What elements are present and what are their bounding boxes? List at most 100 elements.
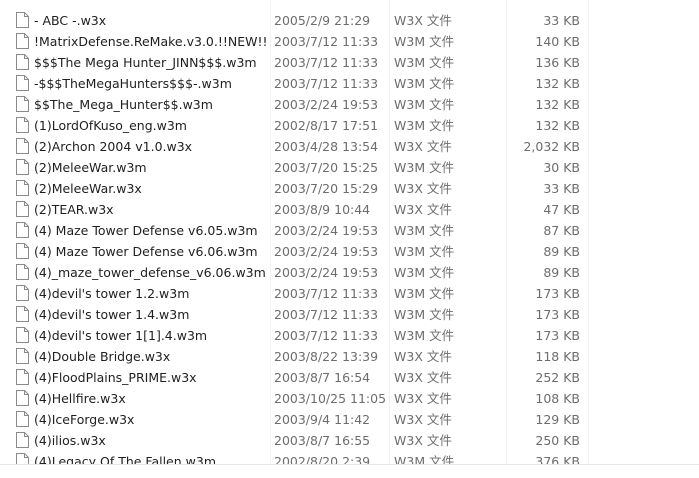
file-type: W3X 文件 <box>394 139 452 154</box>
file-row[interactable]: (4)_maze_tower_defense_v6.06.w3m 2003/2/… <box>0 262 699 283</box>
file-row[interactable]: !MatrixDefense.ReMake.v3.0.!!NEW!!.... 2… <box>0 31 699 52</box>
document-icon <box>16 306 29 322</box>
document-icon <box>16 390 29 406</box>
file-type: W3X 文件 <box>394 181 452 196</box>
file-row[interactable]: (4)FloodPlains_PRIME.w3x 2003/8/7 16:54 … <box>0 367 699 388</box>
file-row[interactable]: - ABC -.w3x 2005/2/9 21:29 W3X 文件 33 KB <box>0 10 699 31</box>
file-size: 173 KB <box>535 328 580 343</box>
file-name: - ABC -.w3x <box>34 13 107 28</box>
file-row[interactable]: (4)IceForge.w3x 2003/9/4 11:42 W3X 文件 12… <box>0 409 699 430</box>
document-icon <box>16 12 29 28</box>
file-modified-date: 2003/7/12 11:33 <box>274 328 379 343</box>
file-row[interactable]: (4)Double Bridge.w3x 2003/8/22 13:39 W3X… <box>0 346 699 367</box>
file-name: !MatrixDefense.ReMake.v3.0.!!NEW!!.... <box>34 34 268 49</box>
file-name: (2)MeleeWar.w3x <box>34 181 142 196</box>
file-row[interactable]: (4) Maze Tower Defense v6.05.w3m 2003/2/… <box>0 220 699 241</box>
file-modified-date: 2003/7/20 15:25 <box>274 160 379 175</box>
file-type: W3M 文件 <box>394 328 455 343</box>
file-size: 89 KB <box>543 265 580 280</box>
file-type: W3M 文件 <box>394 97 455 112</box>
file-modified-date: 2003/10/25 11:05 <box>274 391 386 406</box>
file-modified-date: 2003/8/22 13:39 <box>274 349 379 364</box>
file-modified-date: 2003/8/7 16:54 <box>274 370 371 385</box>
file-type: W3M 文件 <box>394 76 455 91</box>
file-row[interactable]: $$The_Mega_Hunter$$.w3m 2003/2/24 19:53 … <box>0 94 699 115</box>
file-size: 132 KB <box>535 118 580 133</box>
file-modified-date: 2003/7/12 11:33 <box>274 34 379 49</box>
file-name: (4)ilios.w3x <box>34 433 106 448</box>
file-row[interactable]: (2)Archon 2004 v1.0.w3x 2003/4/28 13:54 … <box>0 136 699 157</box>
file-size: 132 KB <box>535 97 580 112</box>
file-size: 118 KB <box>535 349 580 364</box>
document-icon <box>16 411 29 427</box>
file-modified-date: 2003/9/4 11:42 <box>274 412 371 427</box>
file-row[interactable]: (2)TEAR.w3x 2003/8/9 10:44 W3X 文件 47 KB <box>0 199 699 220</box>
file-type: W3X 文件 <box>394 202 452 217</box>
file-modified-date: 2003/7/12 11:33 <box>274 307 379 322</box>
file-name: (4)devil's tower 1.2.w3m <box>34 286 190 301</box>
file-name: (4)devil's tower 1.4.w3m <box>34 307 190 322</box>
file-list[interactable]: - ABC -.w3x 2005/2/9 21:29 W3X 文件 33 KB … <box>0 0 699 464</box>
document-icon <box>16 159 29 175</box>
file-size: 140 KB <box>535 34 580 49</box>
file-row[interactable]: (2)MeleeWar.w3m 2003/7/20 15:25 W3M 文件 3… <box>0 157 699 178</box>
file-size: 376 KB <box>535 454 580 464</box>
file-name: $$The_Mega_Hunter$$.w3m <box>34 97 213 112</box>
file-size: 250 KB <box>535 433 580 448</box>
file-row[interactable]: (4)devil's tower 1.4.w3m 2003/7/12 11:33… <box>0 304 699 325</box>
file-modified-date: 2003/7/12 11:33 <box>274 76 379 91</box>
file-row[interactable]: -$$$TheMegaHunters$$$-.w3m 2003/7/12 11:… <box>0 73 699 94</box>
file-name: (2)MeleeWar.w3m <box>34 160 147 175</box>
file-row[interactable]: $$$The Mega Hunter_JINN$$$.w3m 2003/7/12… <box>0 52 699 73</box>
file-size: 33 KB <box>543 181 580 196</box>
document-icon <box>16 369 29 385</box>
file-row[interactable]: (4)Legacy Of The Fallen.w3m 2002/8/20 2:… <box>0 451 699 464</box>
file-modified-date: 2003/7/12 11:33 <box>274 286 379 301</box>
file-row[interactable]: (1)LordOfKuso_eng.w3m 2002/8/17 17:51 W3… <box>0 115 699 136</box>
file-size: 30 KB <box>543 160 580 175</box>
file-name: $$$The Mega Hunter_JINN$$$.w3m <box>34 55 257 70</box>
document-icon <box>16 180 29 196</box>
file-type: W3M 文件 <box>394 286 455 301</box>
file-type: W3M 文件 <box>394 307 455 322</box>
file-name: (4)Double Bridge.w3x <box>34 349 171 364</box>
file-name: (4)IceForge.w3x <box>34 412 135 427</box>
file-name: (4)_maze_tower_defense_v6.06.w3m <box>34 265 266 280</box>
document-icon <box>16 264 29 280</box>
file-type: W3M 文件 <box>394 244 455 259</box>
file-size: 2,032 KB <box>523 139 580 154</box>
file-type: W3X 文件 <box>394 391 452 406</box>
file-row[interactable]: (4)devil's tower 1.2.w3m 2003/7/12 11:33… <box>0 283 699 304</box>
document-icon <box>16 285 29 301</box>
file-modified-date: 2003/8/7 16:55 <box>274 433 371 448</box>
file-size: 173 KB <box>535 286 580 301</box>
document-icon <box>16 453 29 464</box>
file-modified-date: 2003/4/28 13:54 <box>274 139 379 154</box>
file-name: (1)LordOfKuso_eng.w3m <box>34 118 187 133</box>
file-size: 132 KB <box>535 76 580 91</box>
document-icon <box>16 138 29 154</box>
file-modified-date: 2003/7/20 15:29 <box>274 181 379 196</box>
file-row[interactable]: (2)MeleeWar.w3x 2003/7/20 15:29 W3X 文件 3… <box>0 178 699 199</box>
file-row[interactable]: (4)Hellfire.w3x 2003/10/25 11:05 W3X 文件 … <box>0 388 699 409</box>
list-bottom-edge <box>0 464 699 465</box>
file-row[interactable]: (4)ilios.w3x 2003/8/7 16:55 W3X 文件 250 K… <box>0 430 699 451</box>
file-row[interactable]: (4)devil's tower 1[1].4.w3m 2003/7/12 11… <box>0 325 699 346</box>
file-name: (4) Maze Tower Defense v6.06.w3m <box>34 244 258 259</box>
file-size: 136 KB <box>535 55 580 70</box>
document-icon <box>16 117 29 133</box>
file-name: (4) Maze Tower Defense v6.05.w3m <box>34 223 258 238</box>
file-type: W3M 文件 <box>394 34 455 49</box>
file-size: 173 KB <box>535 307 580 322</box>
file-row[interactable]: (4) Maze Tower Defense v6.06.w3m 2003/2/… <box>0 241 699 262</box>
document-icon <box>16 54 29 70</box>
document-icon <box>16 75 29 91</box>
file-modified-date: 2003/7/12 11:33 <box>274 55 379 70</box>
file-type: W3X 文件 <box>394 433 452 448</box>
document-icon <box>16 222 29 238</box>
document-icon <box>16 201 29 217</box>
file-size: 129 KB <box>535 412 580 427</box>
file-name: -$$$TheMegaHunters$$$-.w3m <box>34 76 232 91</box>
file-type: W3X 文件 <box>394 412 452 427</box>
document-icon <box>16 243 29 259</box>
